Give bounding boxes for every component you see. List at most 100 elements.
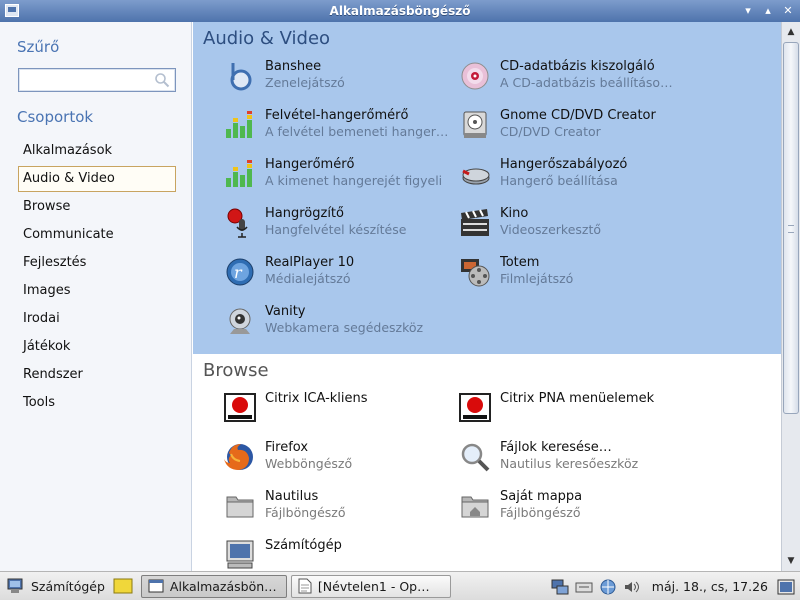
- app-text: Nautilus Fájlböngésző: [265, 489, 455, 520]
- show-desktop-button[interactable]: [113, 575, 133, 598]
- app-name: Citrix ICA-kliens: [265, 391, 368, 406]
- section-audio-video: Audio & Video Banshee Zenelejátszó CD-adatb…: [193, 22, 781, 354]
- app-text: Banshee Zenelejátszó: [265, 59, 455, 90]
- app-text: Fájlok keresése… Nautilus keresőeszköz: [500, 440, 690, 471]
- app-item[interactable]: Vanity Webkamera segédeszköz: [223, 301, 458, 350]
- app-item[interactable]: Nautilus Fájlböngésző: [223, 486, 458, 535]
- sidebar-item-images[interactable]: Images: [18, 278, 176, 304]
- app-description: Nautilus keresőeszköz: [500, 456, 639, 471]
- minimize-button[interactable]: ▾: [740, 2, 756, 18]
- app-item[interactable]: Banshee Zenelejátszó: [223, 56, 458, 105]
- task-list: Alkalmazásbön… [Névtelen1 - Op…: [140, 574, 451, 598]
- firefox-icon: [223, 440, 257, 474]
- app-description: Hangerő beállítása: [500, 173, 618, 188]
- app-item[interactable]: Citrix ICA-kliens: [223, 388, 458, 437]
- cd-icon: [458, 59, 492, 93]
- network-icon[interactable]: [550, 577, 570, 597]
- update-globe-icon[interactable]: [598, 577, 618, 597]
- taskbar-task-button[interactable]: [Névtelen1 - Op…: [290, 574, 451, 598]
- app-name: Banshee: [265, 59, 322, 74]
- keyboard-layout-icon[interactable]: [574, 577, 594, 597]
- start-menu-button[interactable]: Számítógép: [6, 575, 105, 598]
- app-text: Citrix ICA-kliens: [265, 391, 455, 407]
- app-item[interactable]: Kino Videoszerkesztő: [458, 203, 693, 252]
- app-name: Saját mappa: [500, 489, 583, 504]
- app-description: A kimenet hangerejét figyeli: [265, 173, 443, 188]
- app-description: Médialejátszó: [265, 271, 351, 286]
- svg-text:r: r: [234, 263, 243, 282]
- app-name: Firefox: [265, 440, 309, 455]
- groups-heading: Csoportok: [17, 108, 94, 126]
- clock[interactable]: máj. 18., cs, 17.26: [652, 579, 768, 594]
- app-description: A felvétel bemeneti hanger…: [265, 124, 449, 139]
- sidebar-item-communicate[interactable]: Communicate: [18, 222, 176, 248]
- app-name: Hangrögzítő: [265, 206, 344, 221]
- app-text: Hangrögzítő Hangfelvétel készítése: [265, 206, 455, 237]
- scroll-down-arrow-icon[interactable]: ▼: [784, 554, 798, 568]
- app-item[interactable]: Hangerőmérő A kimenet hangerejét figyeli: [223, 154, 458, 203]
- volume-control-icon: [458, 157, 492, 191]
- sidebar-item-fejlesztés[interactable]: Fejlesztés: [18, 250, 176, 276]
- vertical-scrollbar[interactable]: ▲ ▼: [781, 22, 800, 571]
- taskbar-task-label: [Névtelen1 - Op…: [317, 578, 430, 594]
- app-text: Citrix PNA menüelemek: [500, 391, 690, 407]
- app-description: Hangfelvétel készítése: [265, 222, 407, 237]
- search-input[interactable]: [18, 68, 176, 92]
- clapper-icon: [458, 206, 492, 240]
- volume-icon[interactable]: [622, 577, 642, 597]
- app-name: CD-adatbázis kiszolgáló: [500, 59, 655, 74]
- app-description: Webkamera segédeszköz: [265, 320, 424, 335]
- scrollbar-thumb[interactable]: [783, 42, 799, 414]
- app-item[interactable]: Hangrögzítő Hangfelvétel készítése: [223, 203, 458, 252]
- app-item[interactable]: Citrix PNA menüelemek: [458, 388, 693, 437]
- app-item[interactable]: Totem Filmlejátszó: [458, 252, 693, 301]
- app-grid: Banshee Zenelejátszó CD-adatbázis kiszolgá…: [193, 56, 781, 350]
- app-description: Zenelejátszó: [265, 75, 345, 90]
- sidebar-item-tools[interactable]: Tools: [18, 390, 176, 416]
- sidebar-item-browse[interactable]: Browse: [18, 194, 176, 220]
- section-title: Browse: [203, 360, 269, 381]
- section-browse: Browse Citrix ICA-kliens Citrix PNA menüel…: [193, 354, 781, 571]
- app-item[interactable]: Felvétel-hangerőmérő A felvétel bemeneti …: [223, 105, 458, 154]
- taskbar-task-button[interactable]: Alkalmazásbön…: [140, 574, 287, 598]
- magnifier-icon: [458, 440, 492, 474]
- app-text: Saját mappa Fájlböngésző: [500, 489, 690, 520]
- app-item[interactable]: Saját mappa Fájlböngésző: [458, 486, 693, 535]
- webcam-icon: [223, 304, 257, 338]
- app-text: Hangerőszabályozó Hangerő beállítása: [500, 157, 690, 188]
- taskbar-task-label: Alkalmazásbön…: [169, 578, 277, 594]
- app-item[interactable]: CD-adatbázis kiszolgáló A CD-adatbázis be…: [458, 56, 693, 105]
- app-item[interactable]: Gnome CD/DVD Creator CD/DVD Creator: [458, 105, 693, 154]
- app-item[interactable]: Számítógép: [223, 535, 458, 571]
- scroll-up-arrow-icon[interactable]: ▲: [784, 25, 798, 39]
- app-text: Kino Videoszerkesztő: [500, 206, 690, 237]
- computer-icon: [223, 538, 257, 571]
- cd-burner-icon: [458, 108, 492, 142]
- app-name: Citrix PNA menüelemek: [500, 391, 655, 406]
- app-text: Hangerőmérő A kimenet hangerejét figyeli: [265, 157, 455, 188]
- note-icon: [113, 578, 133, 594]
- app-item[interactable]: Hangerőszabályozó Hangerő beállítása: [458, 154, 693, 203]
- sidebar-item-alkalmazások[interactable]: Alkalmazások: [18, 138, 176, 164]
- app-item[interactable]: Firefox Webböngésző: [223, 437, 458, 486]
- app-item[interactable]: r RealPlayer 10 Médialejátszó: [223, 252, 458, 301]
- maximize-button[interactable]: ▴: [760, 2, 776, 18]
- close-button[interactable]: ✕: [780, 2, 796, 18]
- app-name: Vanity: [265, 304, 306, 319]
- document-icon: [298, 578, 312, 594]
- sidebar: Szűrő Csoportok Alkalmazások Audio & Vide…: [0, 22, 192, 571]
- film-reel-icon: [458, 255, 492, 289]
- app-description: Webböngésző: [265, 456, 353, 471]
- app-description: Filmlejátszó: [500, 271, 574, 286]
- window-titlebar[interactable]: Alkalmazásböngésző ▾ ▴ ✕: [0, 0, 800, 22]
- sidebar-item-audio-video[interactable]: Audio & Video: [18, 166, 176, 192]
- app-item[interactable]: Fájlok keresése… Nautilus keresőeszköz: [458, 437, 693, 486]
- window-controls: ▾ ▴ ✕: [740, 2, 796, 18]
- system-tray: máj. 18., cs, 17.26: [548, 572, 800, 600]
- sidebar-item-irodai[interactable]: Irodai: [18, 306, 176, 332]
- app-description: Videoszerkesztő: [500, 222, 602, 237]
- group-list: Alkalmazások Audio & Video Browse Communica…: [18, 138, 176, 418]
- sidebar-item-rendszer[interactable]: Rendszer: [18, 362, 176, 388]
- workspace-switcher-icon[interactable]: [776, 577, 796, 597]
- sidebar-item-játékok[interactable]: Játékok: [18, 334, 176, 360]
